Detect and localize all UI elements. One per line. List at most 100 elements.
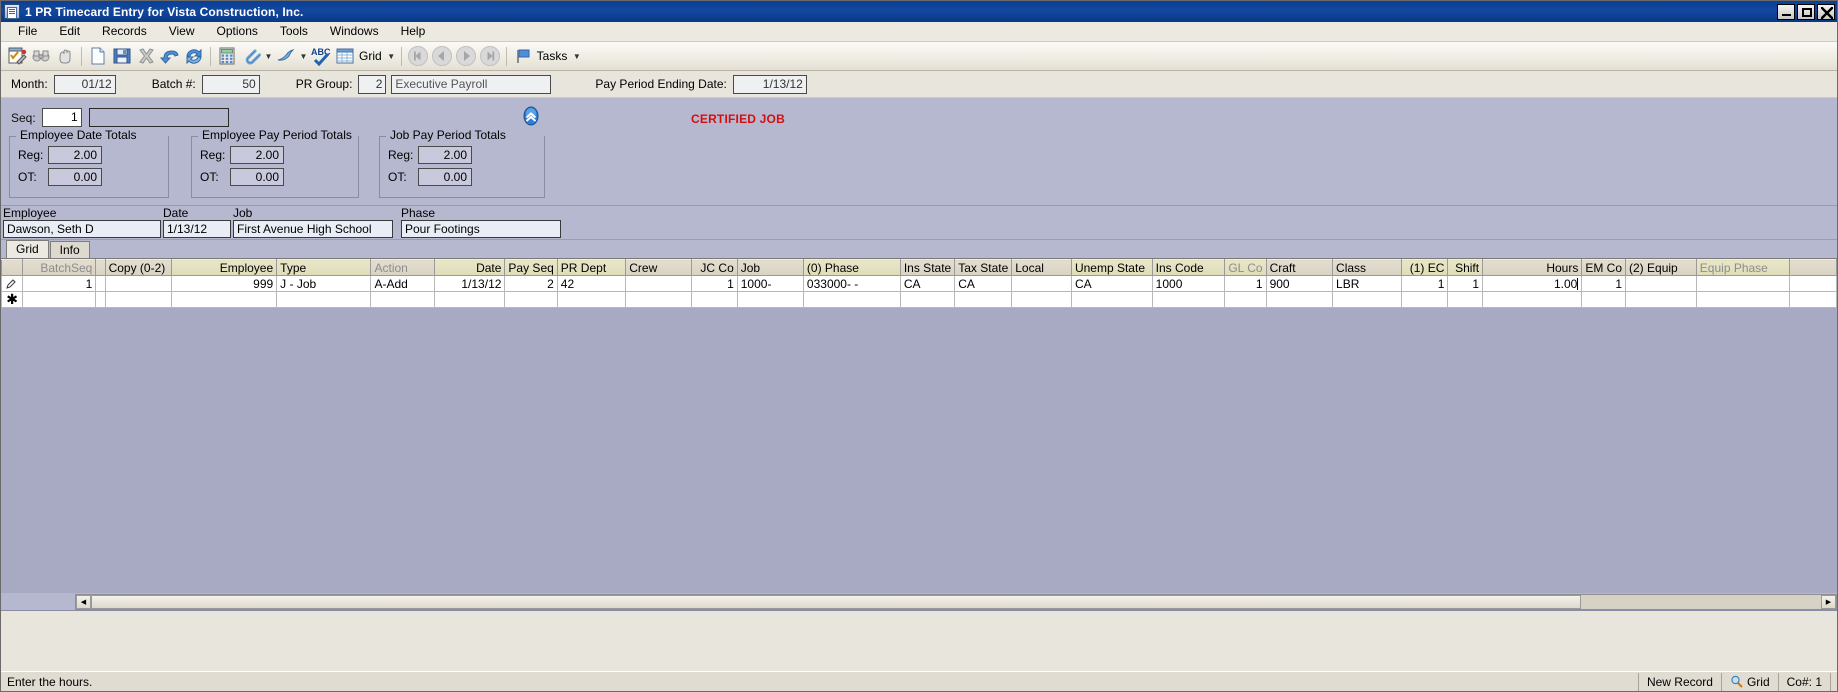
edit-form-icon[interactable] (5, 44, 29, 68)
cell-type[interactable] (276, 291, 372, 308)
grid-header-local[interactable]: Local (1011, 259, 1072, 276)
minimize-button[interactable] (1777, 3, 1795, 20)
cell-copy[interactable] (104, 275, 173, 292)
grid-header-employee[interactable]: Employee (171, 259, 278, 276)
asterisk-icon[interactable]: ✱ (1, 291, 24, 308)
grid-header-spare[interactable] (1789, 259, 1837, 276)
cell-prdept[interactable]: 42 (556, 275, 627, 292)
cell-inscode[interactable] (1151, 291, 1225, 308)
cell-equipphase[interactable] (1695, 275, 1791, 292)
cell-crew[interactable] (625, 275, 692, 292)
cell-unempstate[interactable]: CA (1070, 275, 1153, 292)
cell-ec[interactable]: 1 (1400, 275, 1449, 292)
grid-header-glco[interactable]: GL Co (1223, 259, 1267, 276)
print-dropdown-caret-icon[interactable]: ▼ (298, 44, 309, 68)
cell-shift[interactable] (1447, 291, 1484, 308)
cell-job[interactable] (736, 291, 804, 308)
scroll-right-arrow[interactable]: ▶ (1821, 594, 1836, 609)
menu-item-options[interactable]: Options (206, 22, 269, 41)
cell-craft[interactable] (1265, 291, 1334, 308)
employee-input[interactable]: Dawson, Seth D (3, 220, 161, 238)
cell-ec[interactable] (1400, 291, 1449, 308)
cell-class[interactable] (1332, 291, 1402, 308)
grid-header-inscode[interactable]: Ins Code (1151, 259, 1225, 276)
cell-date[interactable]: 1/13/12 (434, 275, 506, 292)
next-record-icon[interactable] (454, 44, 478, 68)
grid-header-job[interactable]: Job (736, 259, 804, 276)
attachment-icon[interactable] (239, 44, 263, 68)
grid-horizontal-scrollbar[interactable]: ◀ ▶ (1, 593, 1837, 610)
tab-info[interactable]: Info (49, 241, 90, 258)
tasks-label[interactable]: Tasks (535, 49, 572, 63)
cell-hours[interactable] (1482, 291, 1583, 308)
refresh-icon[interactable] (182, 44, 206, 68)
grid-header-ec[interactable]: (1) EC (1400, 259, 1449, 276)
cell-equip[interactable] (1625, 275, 1697, 292)
cell-jcco[interactable]: 1 (690, 275, 738, 292)
binoculars-icon[interactable] (29, 44, 53, 68)
grid-header-payseq[interactable]: Pay Seq (504, 259, 558, 276)
batch-input[interactable]: 50 (201, 74, 260, 94)
grid-header-class[interactable]: Class (1332, 259, 1402, 276)
tasks-flag-icon[interactable] (511, 44, 535, 68)
cell-equipphase[interactable] (1695, 291, 1791, 308)
menu-item-edit[interactable]: Edit (48, 22, 91, 41)
cell-crew[interactable] (625, 291, 692, 308)
cell-insstate[interactable]: CA (899, 275, 956, 292)
cell-phase[interactable] (802, 291, 901, 308)
cell-equip[interactable] (1625, 291, 1697, 308)
spell-check-icon[interactable]: ABC (309, 44, 333, 68)
cell-unempstate[interactable] (1070, 291, 1153, 308)
cell-insstate[interactable] (899, 291, 956, 308)
grid-header-taxstate[interactable]: Tax State (954, 259, 1013, 276)
grid-header-equip[interactable]: (2) Equip (1625, 259, 1697, 276)
first-record-icon[interactable] (406, 44, 430, 68)
calculator-icon[interactable] (215, 44, 239, 68)
cell-prdept[interactable] (556, 291, 627, 308)
grid-header-phase[interactable]: (0) Phase (802, 259, 901, 276)
grid-header-unempstate[interactable]: Unemp State (1070, 259, 1153, 276)
toolbar-grid-label[interactable]: Grid (357, 49, 386, 63)
grid-header-shift[interactable]: Shift (1447, 259, 1484, 276)
month-input[interactable]: 01/12 (53, 74, 116, 94)
cell-craft[interactable]: 900 (1265, 275, 1334, 292)
job-input[interactable]: First Avenue High School (233, 220, 393, 238)
cell-local[interactable] (1011, 275, 1072, 292)
grid-header-date[interactable]: Date (434, 259, 506, 276)
cell-class[interactable]: LBR (1332, 275, 1402, 292)
cell-shift[interactable]: 1 (1447, 275, 1484, 292)
grid-header-equipphase[interactable]: Equip Phase (1695, 259, 1791, 276)
date-input[interactable]: 1/13/12 (163, 220, 231, 238)
cell-glco[interactable]: 1 (1223, 275, 1267, 292)
pr-group-input[interactable]: 2 (358, 74, 387, 94)
cell-payseq[interactable]: 2 (504, 275, 558, 292)
print-icon[interactable] (274, 44, 298, 68)
table-row[interactable]: ✱ (1, 291, 1837, 308)
cell-local[interactable] (1011, 291, 1072, 308)
cell-emco[interactable]: 1 (1581, 275, 1627, 292)
grid-header-crew[interactable]: Crew (625, 259, 692, 276)
cell-date[interactable] (434, 291, 506, 308)
cell-type[interactable]: J - Job (276, 275, 372, 292)
grid-header-batchseq[interactable]: BatchSeq (22, 259, 97, 276)
menu-item-windows[interactable]: Windows (319, 22, 390, 41)
grid-icon[interactable] (333, 44, 357, 68)
cell-inscode[interactable]: 1000 (1151, 275, 1225, 292)
phase-input[interactable]: Pour Footings (401, 220, 561, 238)
scrollbar-track[interactable]: ◀ ▶ (75, 593, 1837, 610)
last-record-icon[interactable] (478, 44, 502, 68)
grid-header-type[interactable]: Type (276, 259, 372, 276)
pay-period-ending-input[interactable]: 1/13/12 (732, 74, 807, 94)
previous-record-icon[interactable] (430, 44, 454, 68)
cell-employee[interactable]: 999 (171, 275, 278, 292)
save-icon[interactable] (110, 44, 134, 68)
cell-spare[interactable] (1789, 275, 1837, 292)
cell-copy[interactable] (104, 291, 173, 308)
scroll-left-arrow[interactable]: ◀ (76, 594, 91, 609)
menu-item-file[interactable]: File (7, 22, 48, 41)
delete-icon[interactable] (134, 44, 158, 68)
grid-header-insstate[interactable]: Ins State (899, 259, 956, 276)
cell-hours[interactable]: 1.00 (1482, 275, 1583, 292)
table-row[interactable]: 1 999 J - Job A-Add 1/13/12 2 42 1 1000- 033000- … (1, 275, 1837, 292)
menu-item-view[interactable]: View (158, 22, 206, 41)
